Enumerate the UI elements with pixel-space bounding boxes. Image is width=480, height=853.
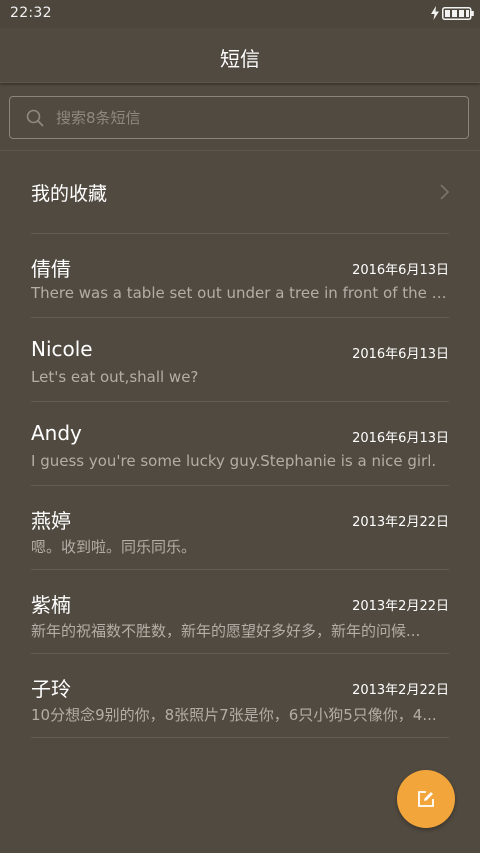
search-icon [26,109,44,127]
search-section [0,84,480,151]
thread-preview: 新年的祝福数不胜数，新年的愿望好多好多，新年的问候... [31,622,421,640]
thread-date: 2013年2月22日 [352,683,449,698]
compose-icon [418,791,434,807]
message-thread[interactable]: Nicole 2016年6月13日 Let's eat out,shall we… [0,318,480,402]
search-input[interactable] [56,97,456,138]
message-thread[interactable]: 紫楠 2013年2月22日 新年的祝福数不胜数，新年的愿望好多好多，新年的问候.… [0,570,480,654]
divider [31,737,449,738]
thread-contact-name: 紫楠 [31,593,71,617]
thread-contact-name: Andy [31,421,82,445]
thread-contact-name: Nicole [31,337,93,361]
thread-date: 2013年2月22日 [352,515,449,530]
thread-preview: 10分想念9别的你，8张照片7张是你，6只小狗5只像你，4... [31,706,437,724]
thread-date: 2016年6月13日 [352,263,449,278]
charging-icon [431,6,439,20]
thread-date: 2016年6月13日 [352,347,449,362]
thread-preview: I guess you're some lucky guy.Stephanie … [31,452,437,470]
page-title: 短信 [220,47,260,71]
search-box[interactable] [9,96,469,139]
battery-icon [442,6,474,20]
status-time: 22:32 [10,5,52,21]
favorites-row[interactable]: 我的收藏 [0,150,480,234]
thread-preview: 嗯。收到啦。同乐同乐。 [31,538,197,556]
status-icons [430,6,474,20]
compose-button[interactable] [397,770,455,828]
message-thread[interactable]: 子玲 2013年2月22日 10分想念9别的你，8张照片7张是你，6只小狗5只像… [0,654,480,738]
thread-contact-name: 燕婷 [31,509,71,533]
thread-date: 2016年6月13日 [352,431,449,446]
thread-date: 2013年2月22日 [352,599,449,614]
message-thread[interactable]: 倩倩 2016年6月13日 There was a table set out … [0,234,480,318]
app-header: 短信 [0,28,480,83]
message-thread[interactable]: 燕婷 2013年2月22日 嗯。收到啦。同乐同乐。 [0,486,480,570]
thread-preview: There was a table set out under a tree i… [31,284,449,302]
thread-contact-name: 子玲 [31,677,71,701]
status-bar: 22:32 [0,0,480,28]
chevron-right-icon [440,184,450,200]
message-thread[interactable]: Andy 2016年6月13日 I guess you're some luck… [0,402,480,486]
thread-contact-name: 倩倩 [31,257,71,281]
thread-preview: Let's eat out,shall we? [31,368,199,386]
favorites-label: 我的收藏 [31,183,108,205]
